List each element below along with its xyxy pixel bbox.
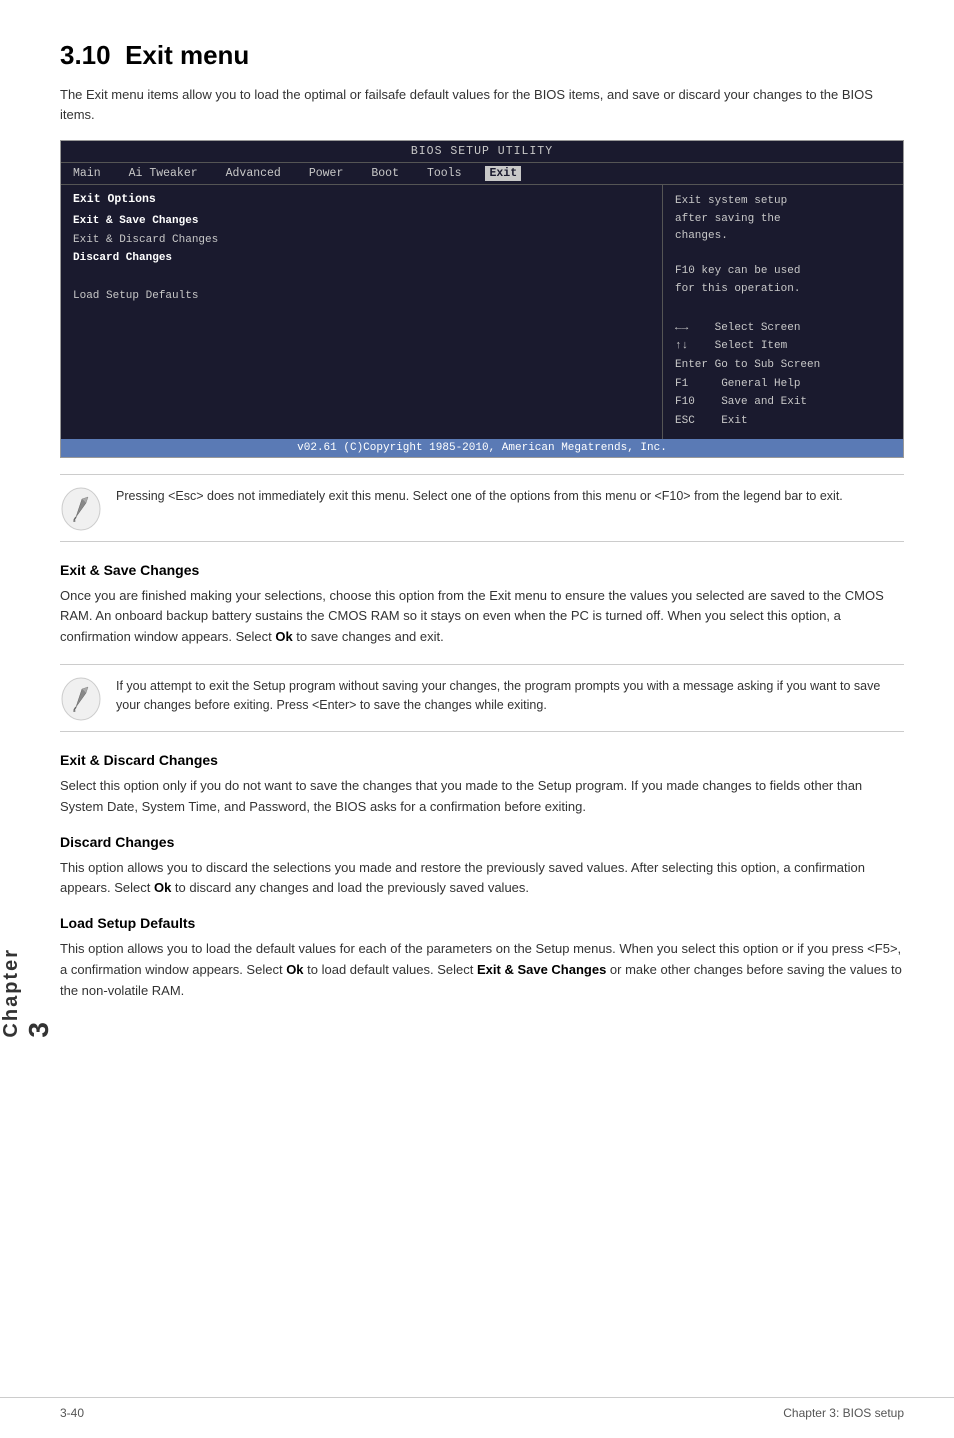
bios-nav-exit[interactable]: Exit — [485, 166, 521, 181]
bios-left-title: Exit Options — [73, 193, 650, 206]
pen-icon — [60, 487, 102, 529]
bios-menu-load-defaults[interactable]: Load Setup Defaults — [73, 287, 650, 306]
subsection-load-title: Load Setup Defaults — [60, 915, 904, 931]
bios-legend: ←→ Select Screen ↑↓ Select Item Enter Go… — [675, 319, 891, 431]
chapter-sidebar: Chapter 3 — [0, 0, 30, 1438]
footer-chapter: Chapter 3: BIOS setup — [783, 1406, 904, 1420]
bios-menu-exit-discard[interactable]: Exit & Discard Changes — [73, 231, 650, 250]
bios-nav-advanced[interactable]: Advanced — [222, 166, 285, 181]
bios-nav-aitweaker[interactable]: Ai Tweaker — [125, 166, 202, 181]
bios-legend-help: F1 General Help — [675, 375, 891, 394]
bios-legend-save: F10 Save and Exit — [675, 393, 891, 412]
main-content: 3.10 Exit menu The Exit menu items allow… — [30, 0, 954, 1438]
subsection-exit-save-body: Once you are finished making your select… — [60, 586, 904, 648]
bios-footer: v02.61 (C)Copyright 1985-2010, American … — [61, 439, 903, 457]
subsection-load-body: This option allows you to load the defau… — [60, 939, 904, 1001]
chapter-text: Chapter — [0, 948, 22, 1038]
bios-nav-tools[interactable]: Tools — [423, 166, 466, 181]
pen-icon-2 — [60, 677, 102, 719]
subsection-discard-title: Discard Changes — [60, 834, 904, 850]
bios-menu-spacer — [73, 268, 650, 287]
bios-header: BIOS SETUP UTILITY — [61, 141, 903, 163]
bios-box: BIOS SETUP UTILITY Main Ai Tweaker Advan… — [60, 140, 904, 458]
section-title: 3.10 Exit menu — [60, 40, 904, 71]
subsection-discard-body: This option allows you to discard the se… — [60, 858, 904, 900]
intro-text: The Exit menu items allow you to load th… — [60, 85, 904, 124]
note-box-1: Pressing <Esc> does not immediately exit… — [60, 474, 904, 542]
bios-nav: Main Ai Tweaker Advanced Power Boot Tool… — [61, 163, 903, 185]
subsection-load-defaults: Load Setup Defaults This option allows y… — [60, 915, 904, 1001]
bios-nav-main[interactable]: Main — [69, 166, 105, 181]
subsection-exit-discard-body: Select this option only if you do not wa… — [60, 776, 904, 818]
bios-right-panel: Exit system setup after saving the chang… — [663, 185, 903, 439]
page-footer: 3-40 Chapter 3: BIOS setup — [0, 1397, 954, 1428]
subsection-exit-save: Exit & Save Changes Once you are finishe… — [60, 562, 904, 648]
bios-legend-screen: ←→ Select Screen — [675, 319, 891, 338]
note-2-text: If you attempt to exit the Setup program… — [116, 677, 904, 716]
bios-nav-boot[interactable]: Boot — [367, 166, 403, 181]
subsection-discard-changes: Discard Changes This option allows you t… — [60, 834, 904, 900]
note-box-2: If you attempt to exit the Setup program… — [60, 664, 904, 732]
bios-legend-item: ↑↓ Select Item — [675, 337, 891, 356]
subsection-exit-save-title: Exit & Save Changes — [60, 562, 904, 578]
bios-menu-discard[interactable]: Discard Changes — [73, 249, 650, 268]
subsection-exit-discard-title: Exit & Discard Changes — [60, 752, 904, 768]
bios-legend-sub: Enter Go to Sub Screen — [675, 356, 891, 375]
bios-body: Exit Options Exit & Save Changes Exit & … — [61, 185, 903, 439]
bios-nav-power[interactable]: Power — [305, 166, 348, 181]
bios-left-panel: Exit Options Exit & Save Changes Exit & … — [61, 185, 663, 439]
bios-legend-exit: ESC Exit — [675, 412, 891, 431]
subsection-exit-discard: Exit & Discard Changes Select this optio… — [60, 752, 904, 818]
note-1-text: Pressing <Esc> does not immediately exit… — [116, 487, 843, 506]
chapter-label: Chapter 3 — [0, 948, 55, 1038]
page-number: 3-40 — [60, 1406, 84, 1420]
bios-right-info: Exit system setup after saving the chang… — [675, 193, 891, 299]
chapter-number: 3 — [23, 1020, 54, 1038]
bios-menu-exit-save[interactable]: Exit & Save Changes — [73, 212, 650, 231]
